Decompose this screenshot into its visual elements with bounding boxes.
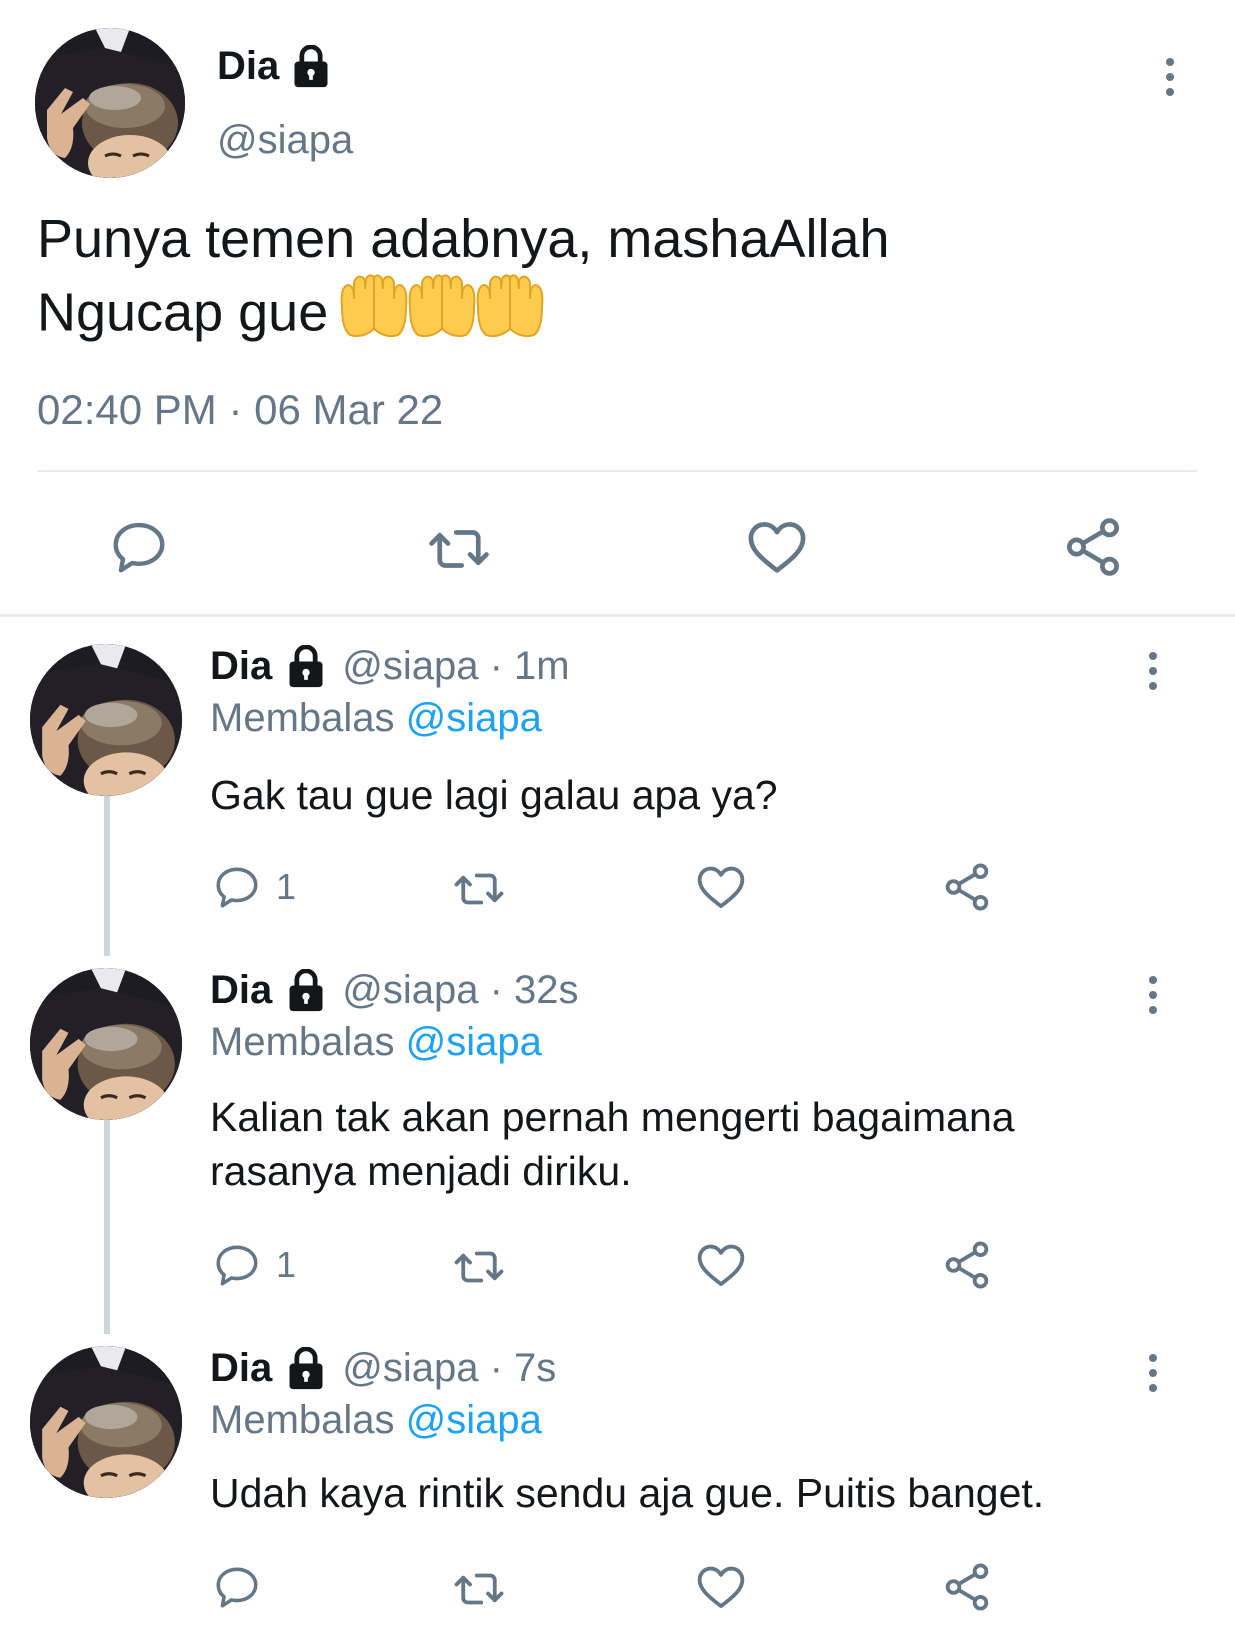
author-name: Dia: [217, 44, 280, 88]
author-name[interactable]: Dia: [210, 968, 272, 1013]
reply-count: 1: [276, 866, 297, 907]
reply-header: Dia @siapa · 32s: [210, 968, 579, 1013]
mention-link[interactable]: @siapa: [406, 1020, 542, 1064]
author-handle-time[interactable]: @siapa · 7s: [342, 1346, 556, 1391]
replying-to: Membalas @siapa: [210, 1020, 542, 1065]
retweet-button[interactable]: [452, 1562, 506, 1616]
mention-link[interactable]: @siapa: [406, 1398, 542, 1442]
reply-icon: [212, 862, 262, 912]
dot: [1166, 88, 1174, 96]
reply-icon: [108, 516, 170, 578]
lock-icon: [284, 969, 328, 1013]
reply-icon: [212, 1562, 262, 1612]
lock-icon: [284, 1347, 328, 1391]
tweet-text-line-1: Punya temen adabnya, mashaAllah: [37, 209, 890, 269]
mention-link[interactable]: @siapa: [406, 696, 542, 740]
share-icon: [940, 1560, 994, 1614]
author-name[interactable]: Dia: [210, 644, 272, 689]
author-handle-time[interactable]: @siapa · 32s: [342, 968, 578, 1013]
tweet-text-line-2-text: Ngucap gue: [37, 282, 329, 343]
dot: [1149, 652, 1157, 660]
thread-connector: [104, 1116, 110, 1334]
dot: [1149, 1354, 1157, 1362]
avatar[interactable]: [35, 28, 185, 178]
reply-header: Dia @siapa · 1m: [210, 644, 570, 689]
retweet-icon: [452, 862, 506, 916]
retweet-button[interactable]: [452, 1240, 506, 1294]
reply-button[interactable]: 1: [212, 862, 296, 912]
author-name-row[interactable]: Dia: [217, 44, 333, 89]
replying-prefix: Membalas: [210, 1020, 395, 1064]
heart-icon: [694, 1238, 748, 1292]
dot: [1149, 1369, 1157, 1377]
heart-icon: [694, 860, 748, 914]
replying-prefix: Membalas: [210, 1398, 395, 1442]
like-button[interactable]: [694, 1560, 748, 1614]
like-button[interactable]: [744, 514, 810, 580]
dot: [1166, 73, 1174, 81]
reply-button[interactable]: [212, 1562, 262, 1612]
more-options-icon[interactable]: [1138, 970, 1168, 1020]
tweet-text: Udah kaya rintik sendu aja gue. Puitis b…: [210, 1470, 1045, 1516]
retweet-icon: [452, 1240, 506, 1294]
reply-icon: [212, 1240, 262, 1290]
author-handle-time[interactable]: @siapa · 1m: [342, 644, 569, 689]
dot: [1149, 976, 1157, 984]
share-button[interactable]: [940, 860, 994, 914]
share-icon: [940, 1238, 994, 1292]
more-options-icon[interactable]: [1138, 646, 1168, 696]
replying-to: Membalas @siapa: [210, 1398, 542, 1443]
reply-button[interactable]: [108, 516, 170, 578]
avatar[interactable]: [30, 644, 182, 796]
replying-prefix: Membalas: [210, 696, 395, 740]
tweet-text: Kalian tak akan pernah mengerti bagaiman…: [210, 1094, 1015, 1194]
lock-icon: [289, 45, 333, 89]
share-icon: [940, 860, 994, 914]
author-handle[interactable]: @siapa: [217, 118, 353, 163]
section-separator: [0, 614, 1235, 617]
tweet-text-line-2: Ngucap gue: [37, 273, 1187, 359]
thread-connector: [104, 792, 110, 956]
dot: [1149, 1006, 1157, 1014]
palms-up-emoji: [336, 273, 546, 359]
replying-to: Membalas @siapa: [210, 696, 542, 741]
heart-icon: [694, 1560, 748, 1614]
like-button[interactable]: [694, 860, 748, 914]
reply-button[interactable]: 1: [212, 1240, 296, 1290]
dot: [1149, 1384, 1157, 1392]
share-button[interactable]: [940, 1560, 994, 1614]
share-icon: [1060, 514, 1126, 580]
share-button[interactable]: [940, 1238, 994, 1292]
like-button[interactable]: [694, 1238, 748, 1292]
dot: [1149, 667, 1157, 675]
reply-header: Dia @siapa · 7s: [210, 1346, 556, 1391]
tweet-timestamp[interactable]: 02:40 PM · 06 Mar 22: [37, 386, 443, 434]
retweet-icon: [452, 1562, 506, 1616]
tweet-text: Gak tau gue lagi galau apa ya?: [210, 772, 778, 818]
share-button[interactable]: [1060, 514, 1126, 580]
dot: [1166, 58, 1174, 66]
avatar[interactable]: [30, 1346, 182, 1498]
dot: [1149, 682, 1157, 690]
avatar[interactable]: [30, 968, 182, 1120]
divider: [37, 470, 1197, 472]
author-name[interactable]: Dia: [210, 1346, 272, 1391]
more-options-icon[interactable]: [1155, 52, 1185, 102]
retweet-button[interactable]: [452, 862, 506, 916]
retweet-icon: [426, 516, 492, 582]
retweet-button[interactable]: [426, 516, 492, 582]
lock-icon: [284, 645, 328, 689]
tweet-text: Punya temen adabnya, mashaAllah Ngucap g…: [37, 205, 1187, 359]
more-options-icon[interactable]: [1138, 1348, 1168, 1398]
reply-count: 1: [276, 1244, 297, 1285]
tweet-actions: [0, 508, 1235, 588]
dot: [1149, 991, 1157, 999]
heart-icon: [744, 514, 810, 580]
